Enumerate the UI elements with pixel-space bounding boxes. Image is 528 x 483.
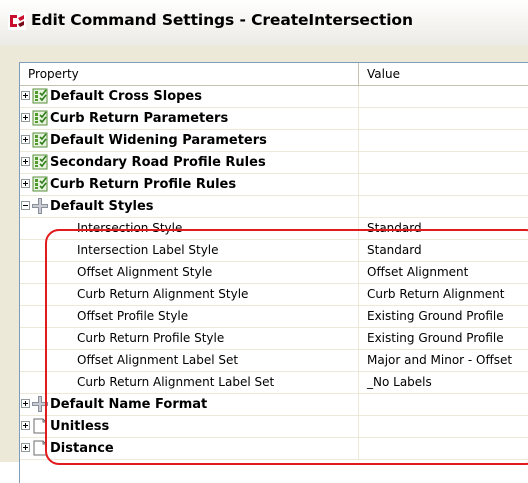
dialog-client-area: Property Value Default Cross Slopes Curb … xyxy=(0,46,528,483)
value-cell[interactable]: Major and Minor - Offset xyxy=(359,350,528,371)
category-row[interactable]: Default Styles xyxy=(20,196,528,218)
category-label: Curb Return Parameters xyxy=(50,111,229,126)
value-column-header[interactable]: Value xyxy=(359,63,528,85)
value-cell[interactable] xyxy=(359,416,528,437)
property-row[interactable]: Intersection Style Standard xyxy=(20,218,528,240)
property-row[interactable]: Curb Return Alignment Label Set _No Label… xyxy=(20,372,528,394)
property-label: Intersection Style xyxy=(77,221,183,235)
property-cell[interactable]: Default Cross Slopes xyxy=(20,86,359,107)
category-label: Default Name Format xyxy=(50,397,208,412)
property-cell[interactable]: Offset Alignment Label Set xyxy=(20,350,359,371)
value-cell[interactable] xyxy=(359,394,528,415)
document-icon xyxy=(32,440,48,456)
value-cell[interactable]: Standard xyxy=(359,240,528,261)
category-row[interactable]: Unitless xyxy=(20,416,528,438)
property-cell[interactable]: Default Widening Parameters xyxy=(20,130,359,151)
category-row[interactable]: Curb Return Parameters xyxy=(20,108,528,130)
category-row[interactable]: Default Widening Parameters xyxy=(20,130,528,152)
title-bar: Edit Command Settings - CreateIntersecti… xyxy=(0,0,528,47)
expand-plus-icon[interactable] xyxy=(21,135,30,144)
checklist-icon xyxy=(32,176,48,192)
category-label: Distance xyxy=(50,441,114,456)
document-icon xyxy=(32,418,48,434)
expand-plus-icon[interactable] xyxy=(21,179,30,188)
category-row[interactable]: Secondary Road Profile Rules xyxy=(20,152,528,174)
expand-plus-icon[interactable] xyxy=(21,443,30,452)
property-row[interactable]: Offset Profile Style Existing Ground Prof… xyxy=(20,306,528,328)
category-row[interactable]: Distance xyxy=(20,438,528,460)
value-cell[interactable] xyxy=(359,196,528,217)
property-cell[interactable]: Curb Return Parameters xyxy=(20,108,359,129)
checklist-icon xyxy=(32,110,48,126)
civil3d-app-icon xyxy=(8,12,26,30)
expand-plus-icon[interactable] xyxy=(21,399,30,408)
value-cell[interactable]: Standard xyxy=(359,218,528,239)
styles-icon xyxy=(32,198,48,214)
expand-plus-icon[interactable] xyxy=(21,91,30,100)
property-cell[interactable]: Secondary Road Profile Rules xyxy=(20,152,359,173)
property-cell[interactable]: Offset Alignment Style xyxy=(20,262,359,283)
checklist-icon xyxy=(32,132,48,148)
category-label: Default Styles xyxy=(50,199,154,214)
grid-header: Property Value xyxy=(20,63,528,86)
value-cell[interactable]: Curb Return Alignment xyxy=(359,284,528,305)
property-cell[interactable]: Curb Return Profile Rules xyxy=(20,174,359,195)
property-cell[interactable]: Intersection Label Style xyxy=(20,240,359,261)
value-cell[interactable]: Offset Alignment xyxy=(359,262,528,283)
value-cell[interactable]: Existing Ground Profile xyxy=(359,328,528,349)
checklist-icon xyxy=(32,88,48,104)
property-cell[interactable]: Curb Return Profile Style xyxy=(20,328,359,349)
window-title: Edit Command Settings - CreateIntersecti… xyxy=(31,11,413,29)
category-label: Unitless xyxy=(50,419,110,434)
value-cell[interactable]: _No Labels xyxy=(359,372,528,393)
property-column-header[interactable]: Property xyxy=(20,63,359,85)
property-row[interactable]: Curb Return Alignment Style Curb Return A… xyxy=(20,284,528,306)
grid-rows: Default Cross Slopes Curb Return Paramete… xyxy=(20,86,528,460)
value-cell[interactable] xyxy=(359,130,528,151)
category-row[interactable]: Curb Return Profile Rules xyxy=(20,174,528,196)
expand-plus-icon[interactable] xyxy=(21,113,30,122)
property-label: Curb Return Alignment Label Set xyxy=(77,375,275,389)
property-row[interactable]: Intersection Label Style Standard xyxy=(20,240,528,262)
property-row[interactable]: Offset Alignment Style Offset Alignment xyxy=(20,262,528,284)
collapse-minus-icon[interactable] xyxy=(21,201,30,210)
expand-plus-icon[interactable] xyxy=(21,157,30,166)
property-row[interactable]: Offset Alignment Label Set Major and Mino… xyxy=(20,350,528,372)
property-cell[interactable]: Curb Return Alignment Style xyxy=(20,284,359,305)
property-cell[interactable]: Offset Profile Style xyxy=(20,306,359,327)
category-row[interactable]: Default Cross Slopes xyxy=(20,86,528,108)
property-label: Intersection Label Style xyxy=(77,243,219,257)
property-cell[interactable]: Default Styles xyxy=(20,196,359,217)
property-label: Offset Profile Style xyxy=(77,309,189,323)
property-cell[interactable]: Unitless xyxy=(20,416,359,437)
property-label: Offset Alignment Label Set xyxy=(77,353,239,367)
value-cell[interactable] xyxy=(359,438,528,459)
property-label: Curb Return Profile Style xyxy=(77,331,225,345)
category-label: Secondary Road Profile Rules xyxy=(50,155,266,170)
category-row[interactable]: Default Name Format xyxy=(20,394,528,416)
value-cell[interactable] xyxy=(359,86,528,107)
property-cell[interactable]: Curb Return Alignment Label Set xyxy=(20,372,359,393)
property-label: Offset Alignment Style xyxy=(77,265,213,279)
value-cell[interactable] xyxy=(359,174,528,195)
property-label: Curb Return Alignment Style xyxy=(77,287,249,301)
property-cell[interactable]: Intersection Style xyxy=(20,218,359,239)
category-label: Curb Return Profile Rules xyxy=(50,177,237,192)
value-cell[interactable]: Existing Ground Profile xyxy=(359,306,528,327)
property-row[interactable]: Curb Return Profile Style Existing Ground… xyxy=(20,328,528,350)
value-cell[interactable] xyxy=(359,152,528,173)
styles-icon xyxy=(32,396,48,412)
property-cell[interactable]: Distance xyxy=(20,438,359,459)
property-cell[interactable]: Default Name Format xyxy=(20,394,359,415)
checklist-icon xyxy=(32,154,48,170)
category-label: Default Widening Parameters xyxy=(50,133,267,148)
category-label: Default Cross Slopes xyxy=(50,89,202,104)
value-cell[interactable] xyxy=(359,108,528,129)
property-grid: Property Value Default Cross Slopes Curb … xyxy=(19,62,528,483)
expand-plus-icon[interactable] xyxy=(21,421,30,430)
